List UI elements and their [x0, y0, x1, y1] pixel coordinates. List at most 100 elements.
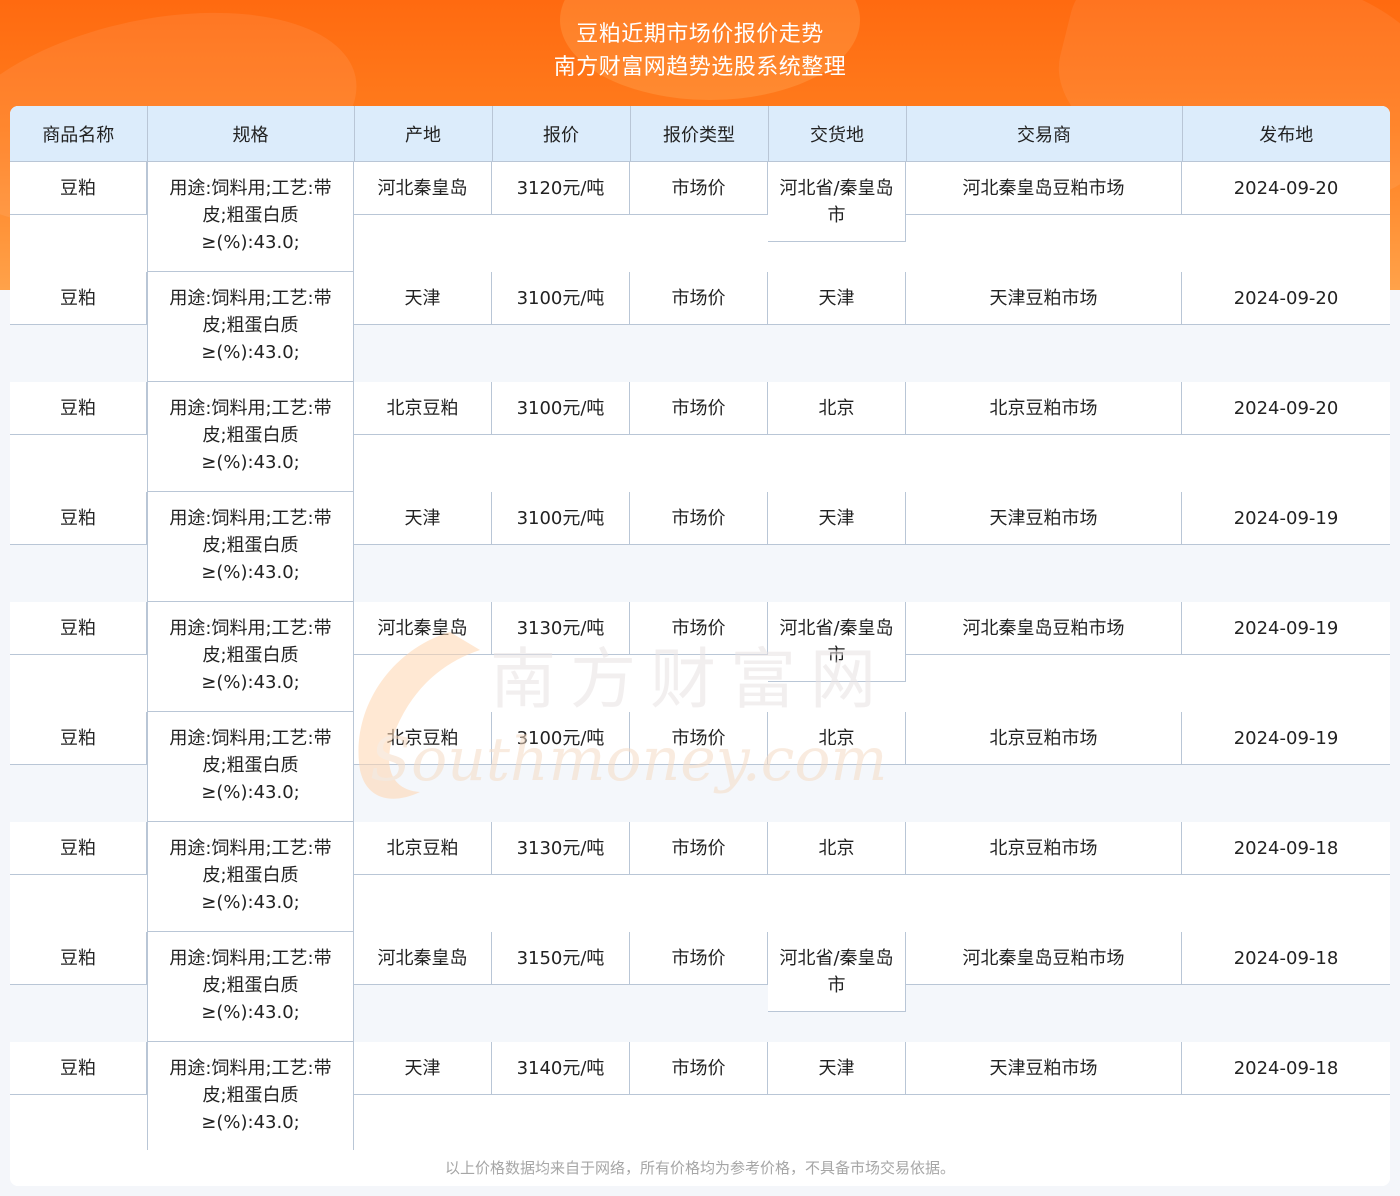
- cell-product-cell: 豆粕: [10, 162, 147, 273]
- cell-delivery: 河北省/秦皇岛市: [768, 602, 906, 682]
- cell-publish-date: 2024-09-20: [1182, 382, 1390, 435]
- cell-publish-date-cell: 2024-09-19: [1182, 492, 1390, 602]
- cell-product-cell: 豆粕: [10, 382, 147, 492]
- cell-publish-date: 2024-09-19: [1182, 712, 1390, 765]
- cell-publish-date: 2024-09-18: [1182, 1042, 1390, 1095]
- cell-product: 豆粕: [10, 602, 147, 655]
- cell-price-type: 市场价: [630, 1042, 768, 1095]
- cell-delivery-cell: 北京: [768, 822, 906, 932]
- cell-price-type-cell: 市场价: [630, 492, 768, 602]
- cell-price-cell: 3100元/吨: [492, 382, 630, 492]
- cell-spec-cell: 用途:饲料用;工艺:带皮;粗蛋白质≥(%):43.0;: [147, 602, 354, 712]
- cell-trader: 天津豆粕市场: [906, 272, 1182, 325]
- table-row: 豆粕 用途:饲料用;工艺:带皮;粗蛋白质≥(%):43.0; 天津 3140元/吨 市场…: [10, 1042, 1390, 1152]
- cell-publish-date-cell: 2024-09-18: [1182, 1042, 1390, 1152]
- cell-product-cell: 豆粕: [10, 712, 147, 822]
- cell-spec-cell: 用途:饲料用;工艺:带皮;粗蛋白质≥(%):43.0;: [147, 1042, 354, 1152]
- cell-origin-cell: 河北秦皇岛: [354, 602, 492, 712]
- cell-price-type: 市场价: [630, 492, 768, 545]
- cell-trader: 天津豆粕市场: [906, 1042, 1182, 1095]
- cell-trader: 天津豆粕市场: [906, 492, 1182, 545]
- cell-origin: 北京豆粕: [354, 822, 492, 875]
- column-header-origin: 产地: [354, 106, 493, 162]
- cell-price-type-cell: 市场价: [630, 1042, 768, 1152]
- table-row: 豆粕 用途:饲料用;工艺:带皮;粗蛋白质≥(%):43.0; 北京豆粕 3100元/吨…: [10, 712, 1390, 822]
- cell-price-cell: 3100元/吨: [492, 492, 630, 602]
- column-header-spec: 规格: [147, 106, 355, 162]
- cell-product-cell: 豆粕: [10, 932, 147, 1042]
- table-row: 豆粕 用途:饲料用;工艺:带皮;粗蛋白质≥(%):43.0; 天津 3100元/吨 市场…: [10, 272, 1390, 382]
- cell-delivery: 北京: [768, 822, 906, 875]
- cell-price: 3130元/吨: [492, 822, 630, 875]
- cell-product-cell: 豆粕: [10, 822, 147, 932]
- cell-publish-date: 2024-09-19: [1182, 602, 1390, 655]
- cell-price-type: 市场价: [630, 382, 768, 435]
- cell-product: 豆粕: [10, 822, 147, 875]
- cell-origin: 河北秦皇岛: [354, 932, 492, 985]
- cell-price-cell: 3130元/吨: [492, 822, 630, 932]
- cell-publish-date-cell: 2024-09-18: [1182, 932, 1390, 1042]
- cell-origin-cell: 河北秦皇岛: [354, 162, 492, 273]
- cell-delivery-cell: 北京: [768, 382, 906, 492]
- table-row: 豆粕 用途:饲料用;工艺:带皮;粗蛋白质≥(%):43.0; 天津 3100元/吨 市场…: [10, 492, 1390, 602]
- cell-origin-cell: 北京豆粕: [354, 822, 492, 932]
- cell-origin-cell: 河北秦皇岛: [354, 932, 492, 1042]
- cell-price: 3100元/吨: [492, 382, 630, 435]
- cell-delivery-cell: 河北省/秦皇岛市: [768, 162, 906, 273]
- cell-price-type-cell: 市场价: [630, 932, 768, 1042]
- page-title: 豆粕近期市场价报价走势: [576, 22, 824, 47]
- cell-spec-cell: 用途:饲料用;工艺:带皮;粗蛋白质≥(%):43.0;: [147, 932, 354, 1042]
- cell-origin-cell: 天津: [354, 1042, 492, 1152]
- table-header-row: 商品名称 规格 产地 报价 报价类型 交货地 交易商 发布地: [10, 106, 1390, 162]
- cell-spec: 用途:饲料用;工艺:带皮;粗蛋白质≥(%):43.0;: [147, 822, 354, 932]
- cell-publish-date-cell: 2024-09-19: [1182, 602, 1390, 712]
- column-header-delivery: 交货地: [768, 106, 907, 162]
- cell-delivery-cell: 北京: [768, 712, 906, 822]
- cell-publish-date-cell: 2024-09-19: [1182, 712, 1390, 822]
- cell-trader: 北京豆粕市场: [906, 712, 1182, 765]
- cell-trader-cell: 北京豆粕市场: [906, 712, 1182, 822]
- cell-price-type-cell: 市场价: [630, 272, 768, 382]
- cell-delivery: 北京: [768, 382, 906, 435]
- cell-price-type: 市场价: [630, 932, 768, 985]
- cell-price-type-cell: 市场价: [630, 822, 768, 932]
- cell-trader-cell: 北京豆粕市场: [906, 822, 1182, 932]
- cell-trader-cell: 天津豆粕市场: [906, 492, 1182, 602]
- cell-price-cell: 3100元/吨: [492, 272, 630, 382]
- cell-spec: 用途:饲料用;工艺:带皮;粗蛋白质≥(%):43.0;: [147, 492, 354, 602]
- cell-trader-cell: 河北秦皇岛豆粕市场: [906, 602, 1182, 712]
- cell-product: 豆粕: [10, 382, 147, 435]
- cell-publish-date: 2024-09-18: [1182, 932, 1390, 985]
- cell-delivery: 河北省/秦皇岛市: [768, 932, 906, 1012]
- cell-spec: 用途:饲料用;工艺:带皮;粗蛋白质≥(%):43.0;: [147, 272, 354, 382]
- cell-product: 豆粕: [10, 272, 147, 325]
- cell-publish-date-cell: 2024-09-20: [1182, 272, 1390, 382]
- cell-price-type-cell: 市场价: [630, 602, 768, 712]
- cell-price-cell: 3120元/吨: [492, 162, 630, 273]
- cell-publish-date: 2024-09-19: [1182, 492, 1390, 545]
- cell-publish-date-cell: 2024-09-18: [1182, 822, 1390, 932]
- cell-price-type: 市场价: [630, 712, 768, 765]
- cell-trader-cell: 天津豆粕市场: [906, 1042, 1182, 1152]
- cell-spec-cell: 用途:饲料用;工艺:带皮;粗蛋白质≥(%):43.0;: [147, 712, 354, 822]
- cell-publish-date: 2024-09-20: [1182, 272, 1390, 325]
- disclaimer-footer: 以上价格数据均来自于网络，所有价格均为参考价格，不具备市场交易依据。: [10, 1150, 1390, 1186]
- cell-price-type-cell: 市场价: [630, 712, 768, 822]
- cell-spec: 用途:饲料用;工艺:带皮;粗蛋白质≥(%):43.0;: [147, 932, 354, 1042]
- cell-product: 豆粕: [10, 162, 147, 215]
- column-header-publish-date: 发布地: [1182, 106, 1390, 162]
- cell-delivery-cell: 天津: [768, 272, 906, 382]
- cell-product: 豆粕: [10, 932, 147, 985]
- cell-spec: 用途:饲料用;工艺:带皮;粗蛋白质≥(%):43.0;: [147, 712, 354, 822]
- cell-origin: 河北秦皇岛: [354, 162, 492, 215]
- cell-price-cell: 3150元/吨: [492, 932, 630, 1042]
- cell-delivery: 天津: [768, 492, 906, 545]
- cell-trader-cell: 河北秦皇岛豆粕市场: [906, 162, 1182, 273]
- cell-spec-cell: 用途:饲料用;工艺:带皮;粗蛋白质≥(%):43.0;: [147, 162, 354, 272]
- cell-price: 3130元/吨: [492, 602, 630, 655]
- cell-price: 3140元/吨: [492, 1042, 630, 1095]
- cell-spec: 用途:饲料用;工艺:带皮;粗蛋白质≥(%):43.0;: [147, 382, 354, 492]
- cell-trader: 河北秦皇岛豆粕市场: [906, 602, 1182, 655]
- cell-trader-cell: 北京豆粕市场: [906, 382, 1182, 492]
- cell-origin-cell: 北京豆粕: [354, 382, 492, 492]
